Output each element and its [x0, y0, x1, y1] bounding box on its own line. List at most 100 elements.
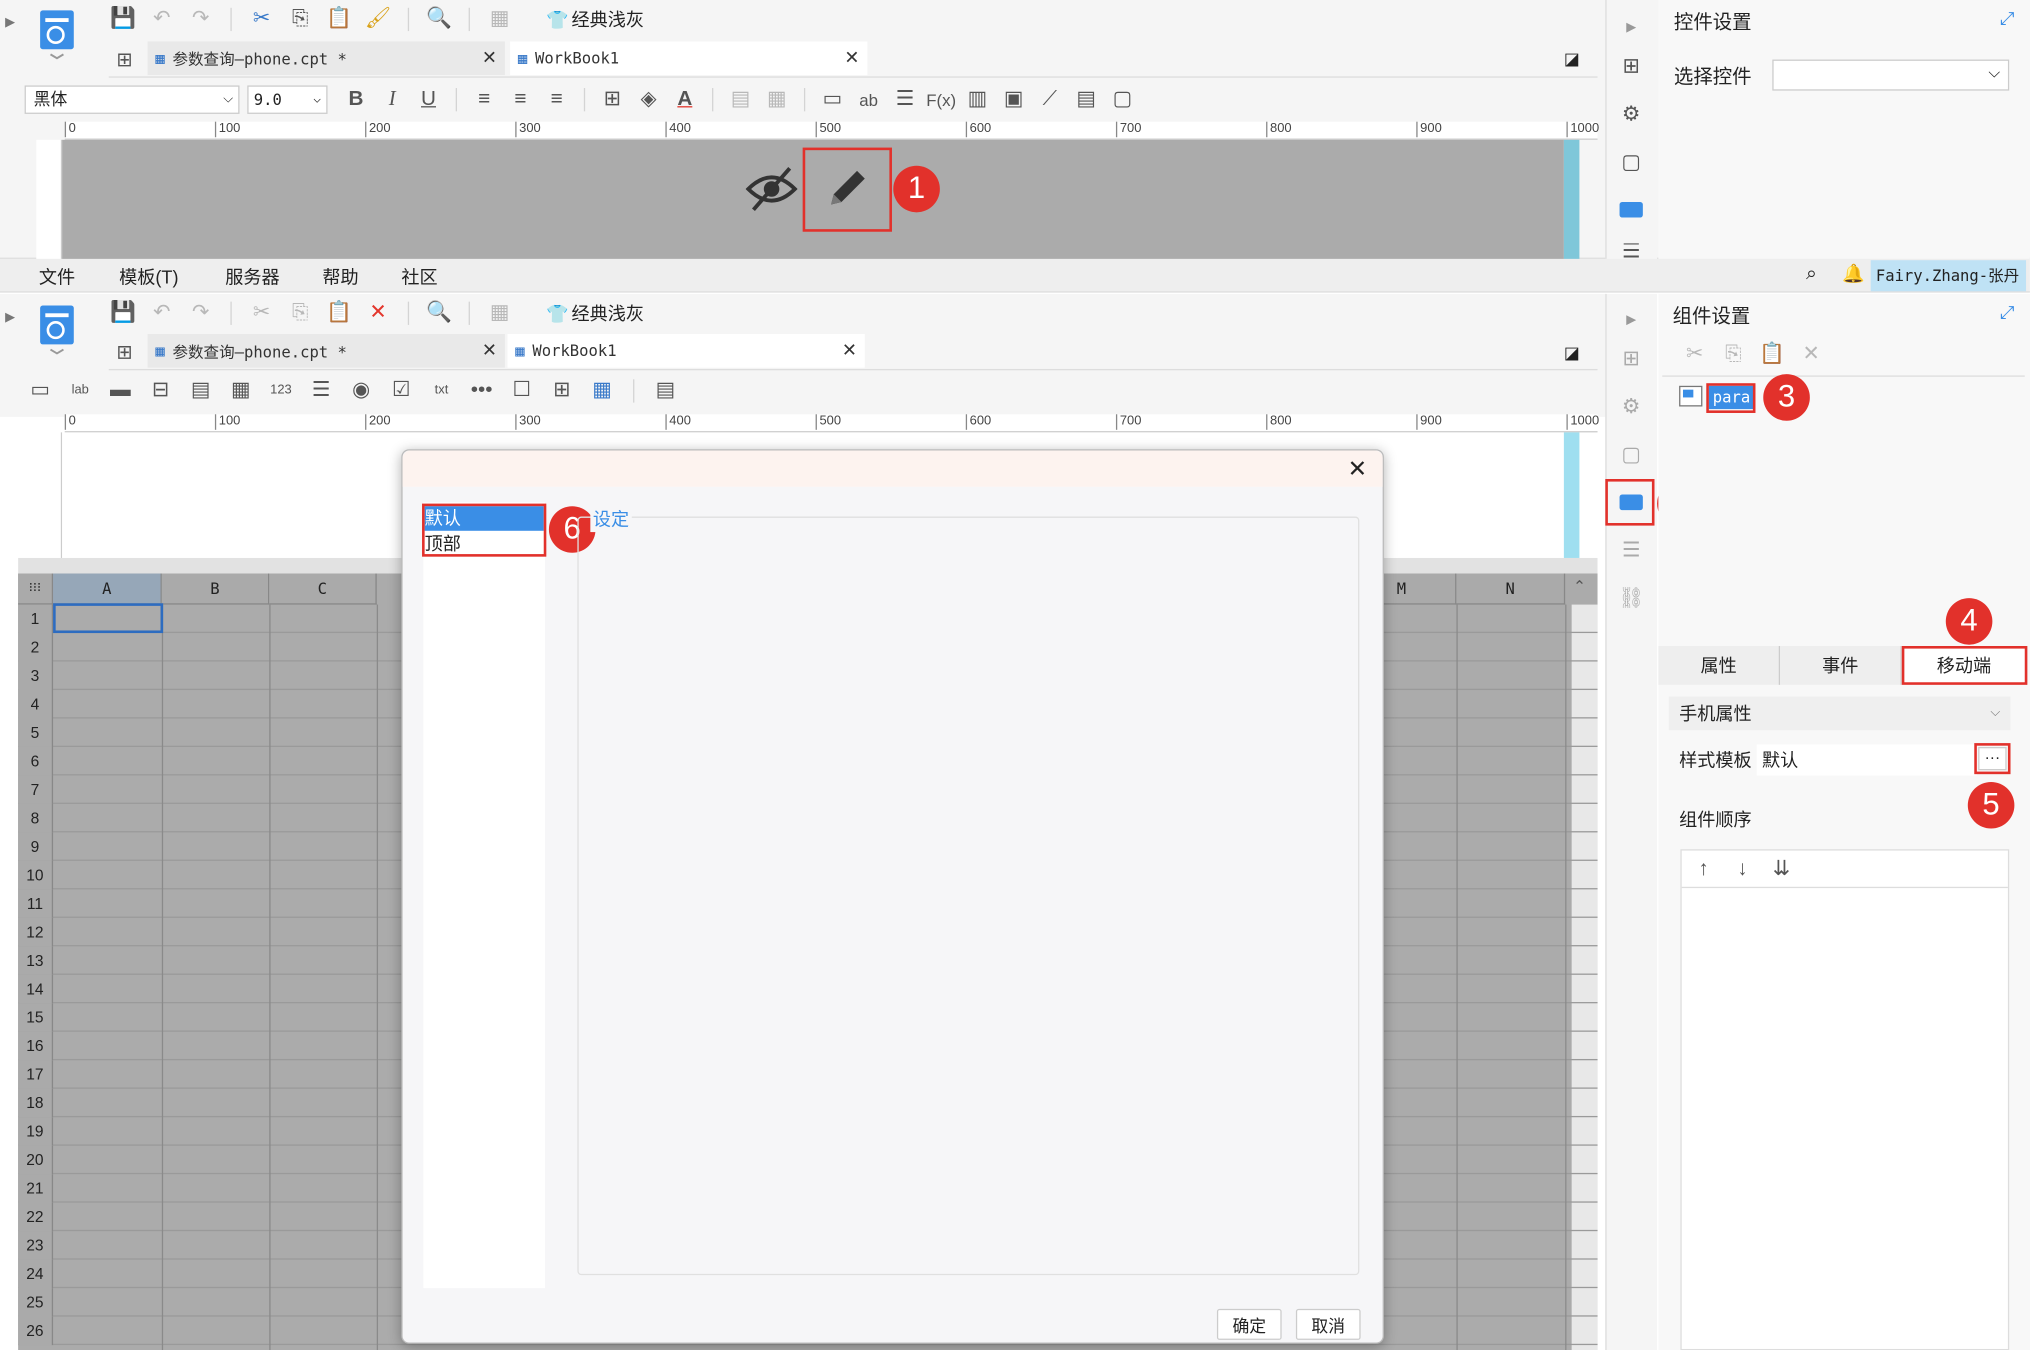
user-name[interactable]: Fairy.Zhang-张丹 [1870, 260, 2027, 292]
top-canvas-scrollbar[interactable] [1563, 139, 1580, 259]
cut-icon[interactable]: ✂ [247, 299, 275, 327]
font-size-select[interactable]: 9.0 ⌵ [247, 85, 328, 114]
tree-widget-icon[interactable]: ⊞ [548, 377, 576, 405]
left-collapse-arrow[interactable]: ▶ [5, 311, 15, 325]
data-icon[interactable]: ▦ [485, 5, 513, 33]
close-icon[interactable]: ✕ [842, 339, 857, 361]
row-number[interactable]: 20 [18, 1145, 54, 1175]
row-number[interactable]: 12 [18, 917, 54, 947]
preview-icon[interactable]: 🔍 [425, 299, 453, 327]
dropdown-tree-icon[interactable]: ▤ [186, 377, 214, 405]
menu-server[interactable]: 服务器 [225, 264, 279, 290]
merge-icon[interactable]: ▤ [726, 85, 754, 113]
row-number[interactable]: 6 [18, 746, 54, 776]
bell-icon[interactable]: 🔔 [1842, 263, 1865, 285]
move-down-icon[interactable]: ↓ [1728, 856, 1756, 884]
checkbox-group-icon[interactable]: ☑ [387, 377, 415, 405]
row-number[interactable]: 17 [18, 1060, 54, 1089]
row-number[interactable]: 1 [18, 604, 54, 634]
column-header-a[interactable]: A [53, 573, 162, 605]
fill-color-icon[interactable]: ◈ [634, 85, 662, 113]
sidebar-widget-icon[interactable] [1617, 195, 1645, 223]
row-number[interactable]: 3 [18, 661, 54, 691]
save-icon[interactable]: 💾 [109, 5, 137, 33]
close-icon[interactable]: ✕ [482, 339, 497, 361]
mobile-properties-header[interactable]: 手机属性 ⌵ [1668, 696, 2011, 731]
row-number[interactable]: 18 [18, 1088, 54, 1118]
copy-icon[interactable]: ⎘ [286, 5, 314, 33]
underline-icon[interactable]: U [414, 85, 442, 113]
row-number[interactable]: 7 [18, 775, 54, 804]
image-icon[interactable]: ▣ [999, 85, 1027, 113]
row-number[interactable]: 14 [18, 974, 54, 1004]
paste-icon[interactable]: 📋 [325, 5, 353, 33]
align-left-icon[interactable]: ≡ [470, 85, 498, 113]
unmerge-icon[interactable]: ▦ [763, 85, 791, 113]
left-collapse-arrow[interactable]: ▶ [5, 16, 15, 30]
selected-cell-a1[interactable] [53, 603, 164, 634]
top-tab-template[interactable]: ▦ 参数查询—phone.cpt * ✕ [147, 41, 505, 76]
label-widget-icon[interactable]: ▭ [26, 377, 54, 405]
tab-properties[interactable]: 属性 [1658, 646, 1781, 685]
theme-toggle[interactable]: 👕 经典浅灰 [546, 300, 644, 326]
tab-events[interactable]: 事件 [1780, 646, 1902, 685]
text-widget-icon[interactable]: txt [427, 377, 455, 405]
richtext-icon[interactable]: ☰ [891, 85, 919, 113]
column-header-n[interactable]: N [1456, 573, 1566, 605]
row-number[interactable]: 5 [18, 718, 54, 747]
italic-icon[interactable]: I [378, 85, 406, 113]
redo-icon[interactable]: ↷ [186, 299, 214, 327]
align-center-icon[interactable]: ≡ [506, 85, 534, 113]
bottom-tab-workbook[interactable]: ▦ WorkBook1 ✕ [507, 334, 865, 368]
lab-widget-icon[interactable]: lab [66, 377, 94, 405]
paste-icon[interactable]: 📋 [1758, 340, 1786, 368]
copy-icon[interactable]: ⎘ [286, 299, 314, 327]
textarea-widget-icon[interactable]: ☰ [307, 377, 335, 405]
sidebar-expand-icon[interactable]: ▶ [1617, 13, 1645, 41]
slash-icon[interactable]: ⟋ [1036, 85, 1064, 113]
close-icon[interactable]: ✕ [482, 47, 497, 69]
bold-icon[interactable]: B [342, 85, 370, 113]
password-widget-icon[interactable]: ••• [467, 377, 495, 405]
menu-template[interactable]: 模板(T) [119, 264, 178, 290]
sidebar-link-icon[interactable]: ⛓ [1617, 584, 1645, 612]
menu-help[interactable]: 帮助 [322, 264, 358, 290]
font-color-icon[interactable]: A [671, 85, 699, 113]
data-icon[interactable]: ▦ [485, 299, 513, 327]
style-template-field[interactable]: 默认 [1756, 744, 1977, 776]
move-up-icon[interactable]: ↑ [1689, 856, 1717, 884]
row-number[interactable]: 9 [18, 832, 54, 861]
save-icon[interactable]: 💾 [109, 299, 137, 327]
font-name-select[interactable]: 黑体 ⌵ [24, 85, 240, 114]
theme-toggle[interactable]: 👕 经典浅灰 [546, 6, 644, 32]
row-number[interactable]: 4 [18, 690, 54, 719]
tab-menu-icon[interactable]: ◪ [1564, 343, 1580, 364]
sidebar-list-icon[interactable]: ☰ [1617, 536, 1645, 564]
column-header-b[interactable]: B [161, 573, 270, 605]
sidebar-expand-icon[interactable]: ▶ [1617, 306, 1645, 334]
row-number[interactable]: 22 [18, 1202, 54, 1232]
bottom-grid-icon[interactable]: ⊞ [117, 340, 133, 364]
align-right-icon[interactable]: ≡ [542, 85, 570, 113]
row-number[interactable]: 15 [18, 1003, 54, 1032]
ok-button[interactable]: 确定 [1216, 1308, 1282, 1340]
param-canvas-scrollbar[interactable] [1563, 432, 1580, 558]
select-control-dropdown[interactable]: ⌵ [1772, 59, 2010, 91]
dialog-close-icon[interactable]: ✕ [1348, 456, 1368, 483]
row-number[interactable]: 23 [18, 1231, 54, 1260]
subreport-icon[interactable]: ▤ [1072, 85, 1100, 113]
menu-file[interactable]: 文件 [39, 264, 75, 290]
row-number[interactable]: 21 [18, 1174, 54, 1203]
sort-icon[interactable]: ⇊ [1767, 856, 1795, 884]
text-ab-icon[interactable]: ab [854, 85, 882, 113]
preview-icon[interactable]: 🔍 [425, 5, 453, 33]
tab-menu-icon[interactable]: ◪ [1564, 49, 1580, 70]
sidebar-condition-icon[interactable]: ⚙ [1617, 392, 1645, 420]
sidebar-frame-icon[interactable]: ▢ [1617, 148, 1645, 176]
row-number[interactable]: 11 [18, 889, 54, 918]
row-number[interactable]: 24 [18, 1259, 54, 1289]
delete-icon[interactable]: ✕ [1797, 340, 1825, 368]
component-panel-pin-icon[interactable]: ⤢ [2000, 302, 2015, 324]
row-number[interactable]: 2 [18, 633, 54, 662]
sidebar-cell-icon[interactable]: ⊞ [1617, 344, 1645, 372]
